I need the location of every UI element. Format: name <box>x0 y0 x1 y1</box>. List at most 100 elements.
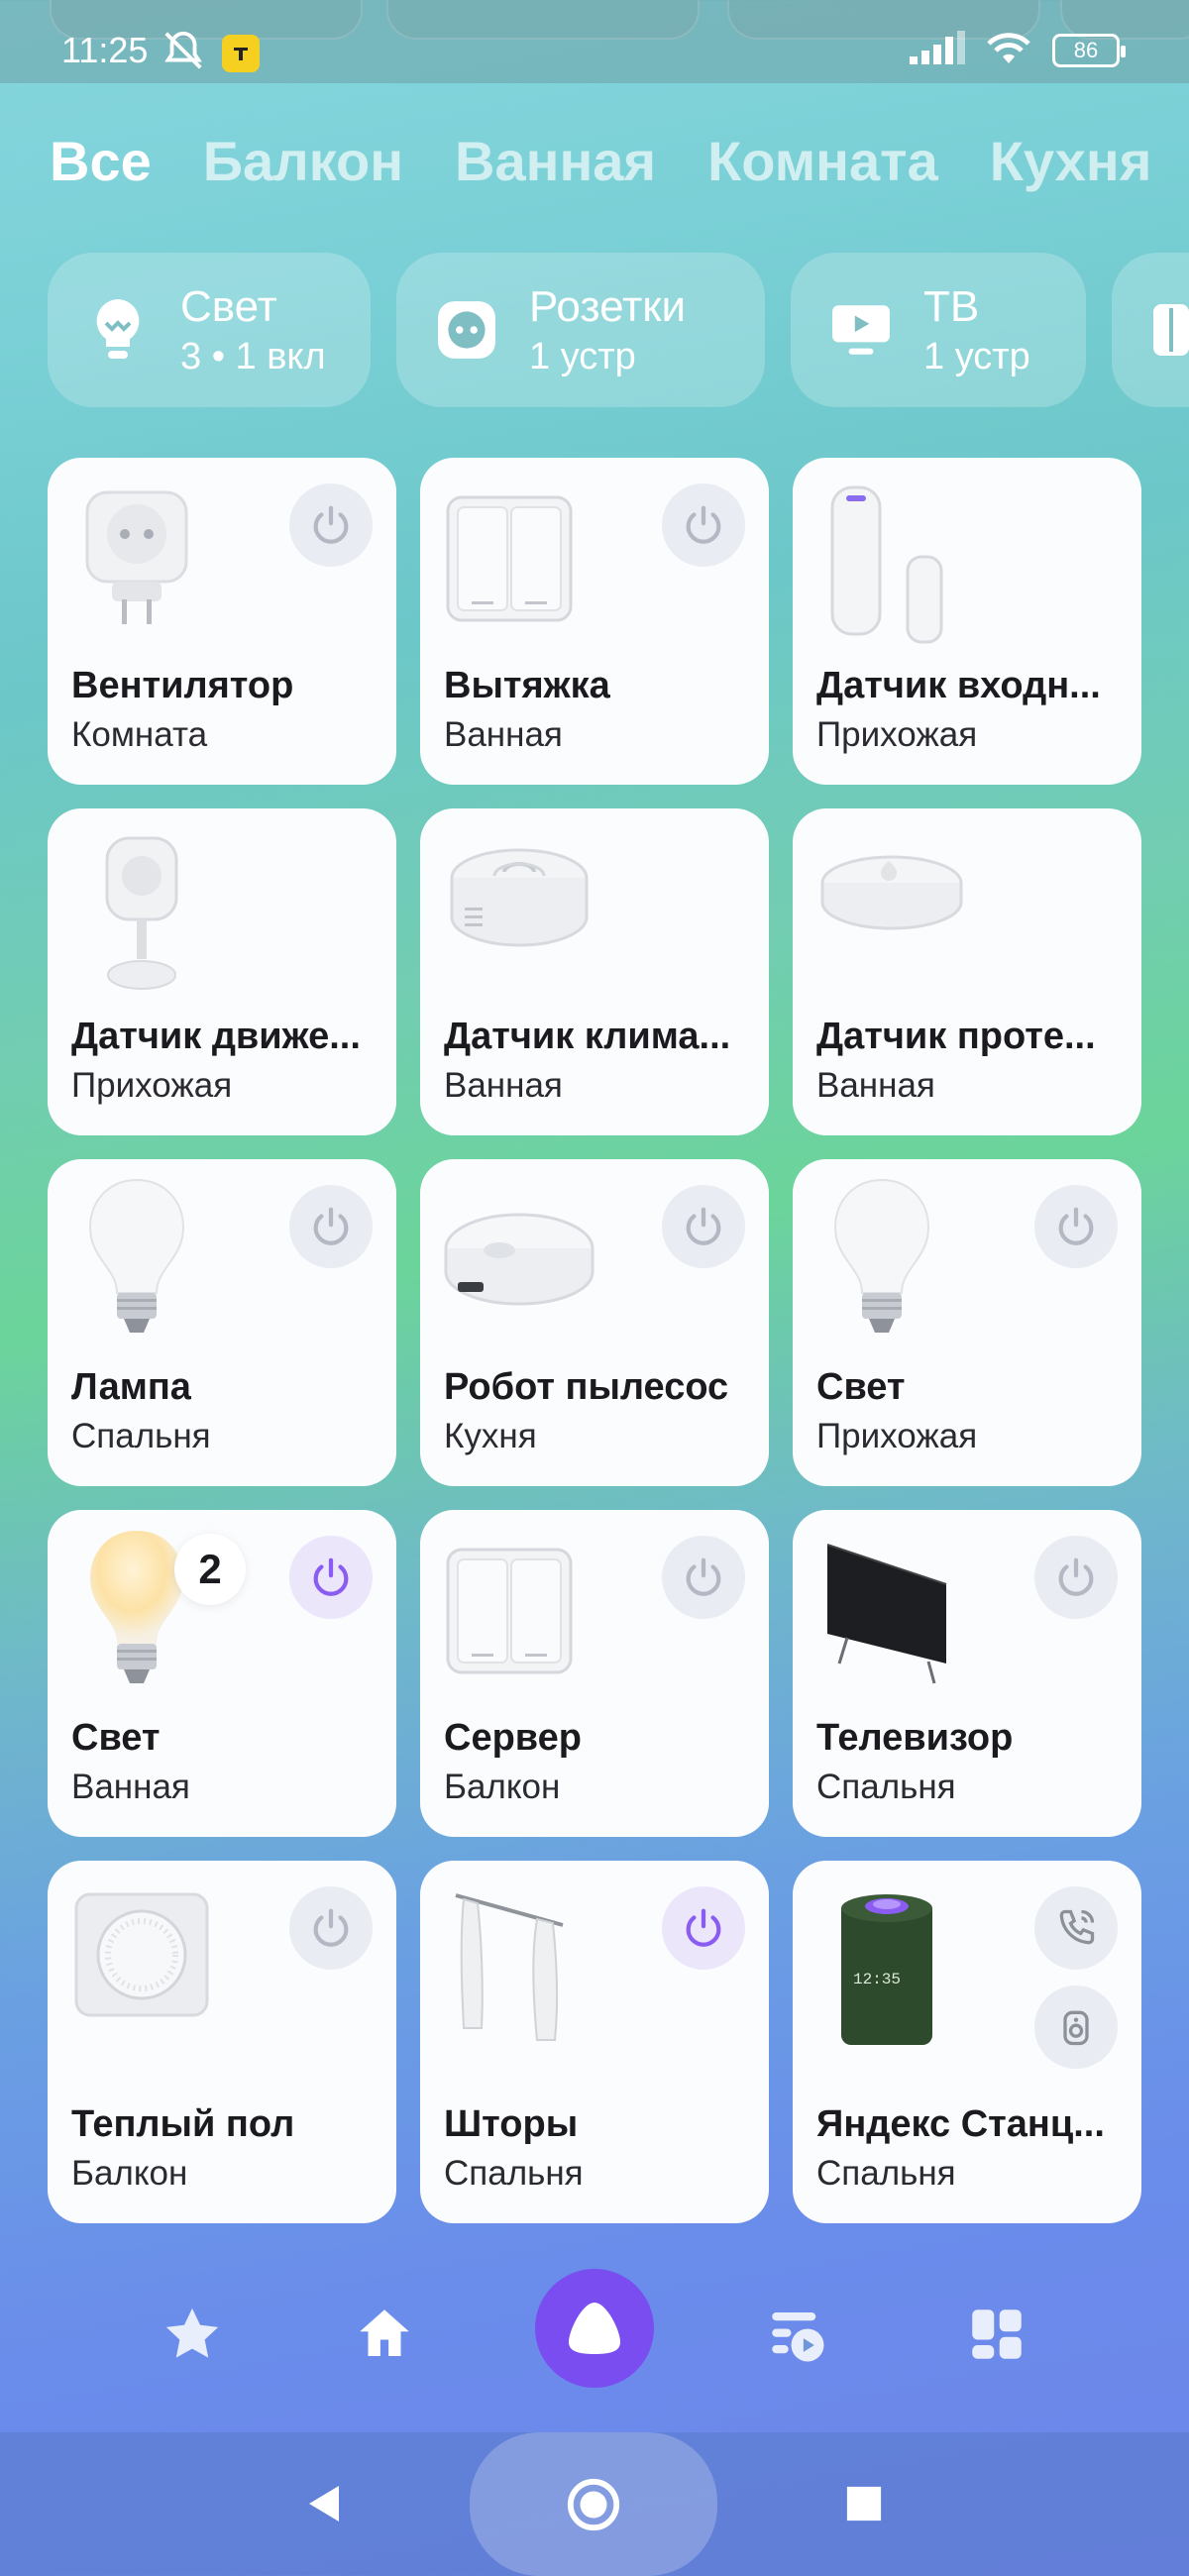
status-time: 11:25 <box>61 30 149 70</box>
smart-plug-image <box>67 478 206 636</box>
robot-vacuum-image <box>440 1179 598 1338</box>
call-icon <box>1059 1909 1095 1945</box>
scenarios-button[interactable] <box>761 2299 832 2370</box>
services-button[interactable] <box>961 2299 1032 2370</box>
power-icon <box>1058 1557 1094 1596</box>
device-name: Яндекс Станц... <box>816 2103 1105 2145</box>
device-card[interactable]: Теплый пол Балкон <box>48 1861 396 2223</box>
alice-button[interactable] <box>535 2269 654 2388</box>
bulb-image <box>67 1178 206 1338</box>
device-room: Спальня <box>444 2154 584 2193</box>
leak-sensor-image <box>812 828 971 967</box>
tab-bathroom[interactable]: Ванная <box>455 129 656 193</box>
device-room: Ванная <box>71 1768 190 1806</box>
grid-icon <box>972 2309 1022 2359</box>
chip-subtitle: 3 • 1 вкл <box>180 335 326 377</box>
chip-light[interactable]: Свет 3 • 1 вкл <box>48 253 371 407</box>
power-icon <box>686 1557 721 1596</box>
device-grid: Вентилятор Комната Вытяжка Ванная Датчик… <box>48 458 1141 2223</box>
device-card[interactable]: Датчик клима... Ванная <box>420 808 769 1135</box>
chip-subtitle: 1 устр <box>923 335 1030 377</box>
group-count-badge: 2 <box>174 1534 246 1605</box>
star-icon <box>165 2308 219 2358</box>
device-card[interactable]: Сервер Балкон <box>420 1510 769 1837</box>
tab-room[interactable]: Комната <box>707 129 938 193</box>
mute-icon <box>161 28 206 78</box>
power-button[interactable] <box>289 1536 373 1619</box>
device-room: Ванная <box>444 1066 563 1105</box>
notification-peek <box>386 0 700 40</box>
climate-sensor-image <box>440 828 598 977</box>
favorites-button[interactable] <box>157 2299 228 2370</box>
device-name: Вытяжка <box>444 665 610 706</box>
thermostat-image <box>67 1880 216 2029</box>
device-room: Ванная <box>444 715 563 754</box>
playlist-icon <box>772 2312 824 2362</box>
device-name: Сервер <box>444 1717 582 1759</box>
battery-level: 86 <box>1073 37 1099 62</box>
intercom-button[interactable] <box>1034 1986 1118 2069</box>
home-system-button[interactable] <box>561 2472 626 2537</box>
power-button[interactable] <box>662 1185 745 1268</box>
power-icon <box>686 505 721 544</box>
power-button[interactable] <box>289 1886 373 1970</box>
device-name: Лампа <box>71 1366 191 1408</box>
device-card[interactable]: Шторы Спальня <box>420 1861 769 2223</box>
square-icon <box>846 2486 882 2522</box>
device-name: Свет <box>816 1366 906 1408</box>
power-button[interactable] <box>1034 1185 1118 1268</box>
svg-text:12:35: 12:35 <box>853 1971 901 1988</box>
wifi-icon <box>983 28 1034 72</box>
home-button[interactable] <box>349 2299 420 2370</box>
device-card[interactable]: Телевизор Спальня <box>793 1510 1141 1837</box>
signal-icon <box>910 31 965 69</box>
device-card[interactable]: Вытяжка Ванная <box>420 458 769 785</box>
call-button[interactable] <box>1034 1886 1118 1970</box>
chip-more[interactable] <box>1112 253 1189 407</box>
tab-balcony[interactable]: Балкон <box>203 129 403 193</box>
device-card[interactable]: Датчик проте... Ванная <box>793 808 1141 1135</box>
device-room: Прихожая <box>816 715 978 754</box>
bulb-image <box>812 1178 951 1338</box>
app-notification-icon <box>222 34 260 72</box>
chip-title: Свет <box>180 281 277 331</box>
device-room: Прихожая <box>816 1417 978 1455</box>
device-name: Датчик входн... <box>816 665 1101 706</box>
device-name: Вентилятор <box>71 665 294 706</box>
chip-title: ТВ <box>923 281 980 331</box>
power-button[interactable] <box>662 483 745 567</box>
power-button[interactable] <box>289 1185 373 1268</box>
device-card[interactable]: Лампа Спальня <box>48 1159 396 1486</box>
device-card[interactable]: Датчик движе... Прихожая <box>48 808 396 1135</box>
power-button[interactable] <box>1034 1536 1118 1619</box>
device-card[interactable]: Свет Прихожая <box>793 1159 1141 1486</box>
chip-sockets[interactable]: Розетки 1 устр <box>396 253 765 407</box>
device-room: Кухня <box>444 1417 537 1455</box>
tv-icon <box>826 295 896 365</box>
curtains-image <box>440 1880 579 2049</box>
device-card[interactable]: 2 Свет Ванная <box>48 1510 396 1837</box>
back-icon <box>309 2486 339 2522</box>
chip-title: Розетки <box>529 281 687 331</box>
chip-tv[interactable]: ТВ 1 устр <box>791 253 1086 407</box>
power-button[interactable] <box>662 1886 745 1970</box>
tab-kitchen[interactable]: Кухня <box>990 129 1152 193</box>
power-icon <box>313 1207 349 1245</box>
power-button[interactable] <box>662 1536 745 1619</box>
bulb-icon <box>83 295 153 365</box>
door-sensor-image <box>812 478 971 646</box>
chip-subtitle: 1 устр <box>529 335 636 377</box>
device-room: Балкон <box>444 1768 561 1806</box>
device-room: Прихожая <box>71 1066 233 1105</box>
device-room: Балкон <box>71 2154 188 2193</box>
device-card[interactable]: 12:35 Яндекс Станц... Спальня <box>793 1861 1141 2223</box>
device-card[interactable]: Вентилятор Комната <box>48 458 396 785</box>
device-card[interactable]: Датчик входн... Прихожая <box>793 458 1141 785</box>
room-tabs: Все Балкон Ванная Комната Кухня <box>50 129 1151 193</box>
recents-button[interactable] <box>836 2476 892 2531</box>
back-button[interactable] <box>293 2474 353 2533</box>
tab-all[interactable]: Все <box>50 129 152 193</box>
device-card[interactable]: Робот пылесос Кухня <box>420 1159 769 1486</box>
device-name: Шторы <box>444 2103 579 2145</box>
power-button[interactable] <box>289 483 373 567</box>
